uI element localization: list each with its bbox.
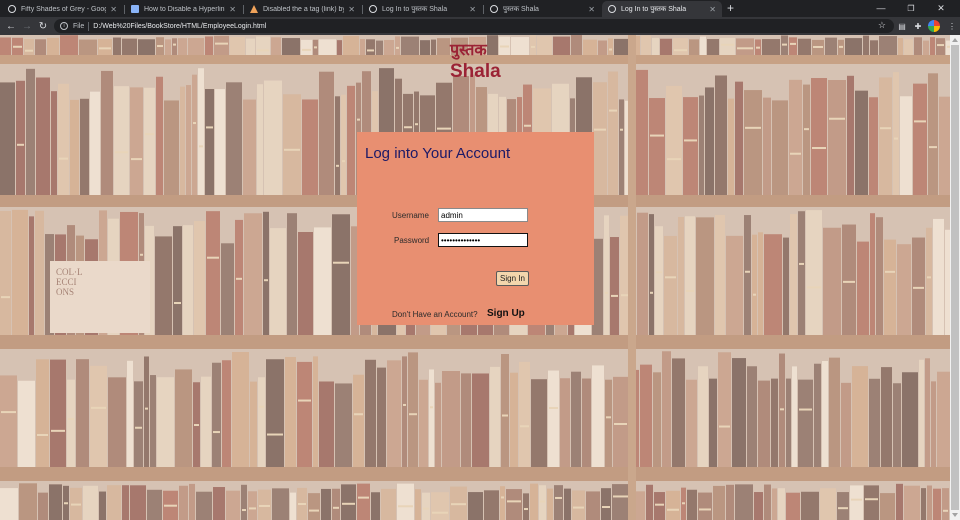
tab-title: Log In to पुस्तक Shala <box>382 5 448 13</box>
sign-in-button[interactable]: Sign In <box>496 271 529 286</box>
menu-kebab-icon[interactable]: ⋮ <box>946 20 958 32</box>
scroll-down-arrow-icon[interactable] <box>952 513 958 517</box>
vertical-scrollbar[interactable] <box>950 35 960 520</box>
address-scheme: File <box>73 22 85 30</box>
username-input[interactable] <box>438 208 528 222</box>
logo-line-1: पुस्तक <box>450 40 487 59</box>
username-label: Username <box>392 211 429 220</box>
back-icon[interactable]: ← <box>4 19 18 33</box>
globe-icon <box>490 5 498 13</box>
tab-3[interactable]: Disabled the a tag (link) by using ✕ <box>244 1 361 17</box>
login-card: Log into Your Account Username Password … <box>357 132 594 325</box>
close-window-icon[interactable]: ✕ <box>926 0 956 16</box>
page-viewport: COL·L ECCI ONS पुस्तक Shala Log into You… <box>0 35 950 520</box>
tab-1[interactable]: Fifty Shades of Grey - Google Se ✕ <box>2 1 123 17</box>
new-tab-icon[interactable]: + <box>727 2 734 14</box>
minimize-icon[interactable]: — <box>866 0 896 16</box>
address-bar[interactable]: i File D:/Web%20Files/BookStore/HTML/Emp… <box>54 19 894 33</box>
address-url[interactable]: D:/Web%20Files/BookStore/HTML/EmployeeLo… <box>93 23 266 30</box>
tab-title: Disabled the a tag (link) by using <box>263 5 345 13</box>
tab-strip: Fifty Shades of Grey - Google Se ✕ How t… <box>0 0 960 17</box>
close-icon[interactable]: ✕ <box>229 5 236 14</box>
warning-icon <box>250 5 258 13</box>
google-g-icon <box>8 5 16 13</box>
tab-title: How to Disable a Hyperlink usin <box>144 5 226 13</box>
close-icon[interactable]: ✕ <box>709 5 716 14</box>
logo-line-2: Shala <box>450 61 501 82</box>
globe-icon <box>369 5 377 13</box>
password-input[interactable] <box>438 233 528 247</box>
close-icon[interactable]: ✕ <box>348 5 355 14</box>
forward-icon[interactable]: → <box>20 19 34 33</box>
address-divider <box>88 21 90 31</box>
tab-title: Log In to पुस्तक Shala <box>621 5 687 13</box>
extensions-puzzle-icon[interactable]: ✚ <box>912 20 924 32</box>
login-heading: Log into Your Account <box>365 145 511 162</box>
scroll-up-arrow-icon[interactable] <box>952 38 958 42</box>
browser-toolbar: ← → ↻ i File D:/Web%20Files/BookStore/HT… <box>0 17 960 35</box>
tab-title: पुस्तक Shala <box>503 5 539 13</box>
document-icon <box>131 5 139 13</box>
tab-4[interactable]: Log In to पुस्तक Shala ✕ <box>363 1 482 17</box>
sign-up-link[interactable]: Sign Up <box>487 308 525 319</box>
reload-icon[interactable]: ↻ <box>36 19 50 33</box>
reading-list-icon[interactable]: ▤ <box>896 20 908 32</box>
site-logo[interactable]: पुस्तक Shala <box>450 39 501 83</box>
tab-2[interactable]: How to Disable a Hyperlink usin ✕ <box>125 1 242 17</box>
tab-5[interactable]: पुस्तक Shala ✕ <box>484 1 601 17</box>
close-icon[interactable]: ✕ <box>110 5 117 14</box>
restore-icon[interactable]: ❐ <box>896 0 926 16</box>
scrollbar-thumb[interactable] <box>951 45 959 510</box>
globe-icon <box>608 5 616 13</box>
tab-title: Fifty Shades of Grey - Google Se <box>21 5 107 13</box>
profile-avatar[interactable] <box>928 20 940 32</box>
close-icon[interactable]: ✕ <box>469 5 476 14</box>
close-icon[interactable]: ✕ <box>588 5 595 14</box>
bookmark-star-icon[interactable]: ☆ <box>878 20 886 31</box>
password-label: Password <box>394 236 430 245</box>
tab-6-active[interactable]: Log In to पुस्तक Shala ✕ <box>602 1 722 17</box>
no-account-text: Don't Have an Account? <box>392 310 478 319</box>
info-icon[interactable]: i <box>60 22 68 30</box>
